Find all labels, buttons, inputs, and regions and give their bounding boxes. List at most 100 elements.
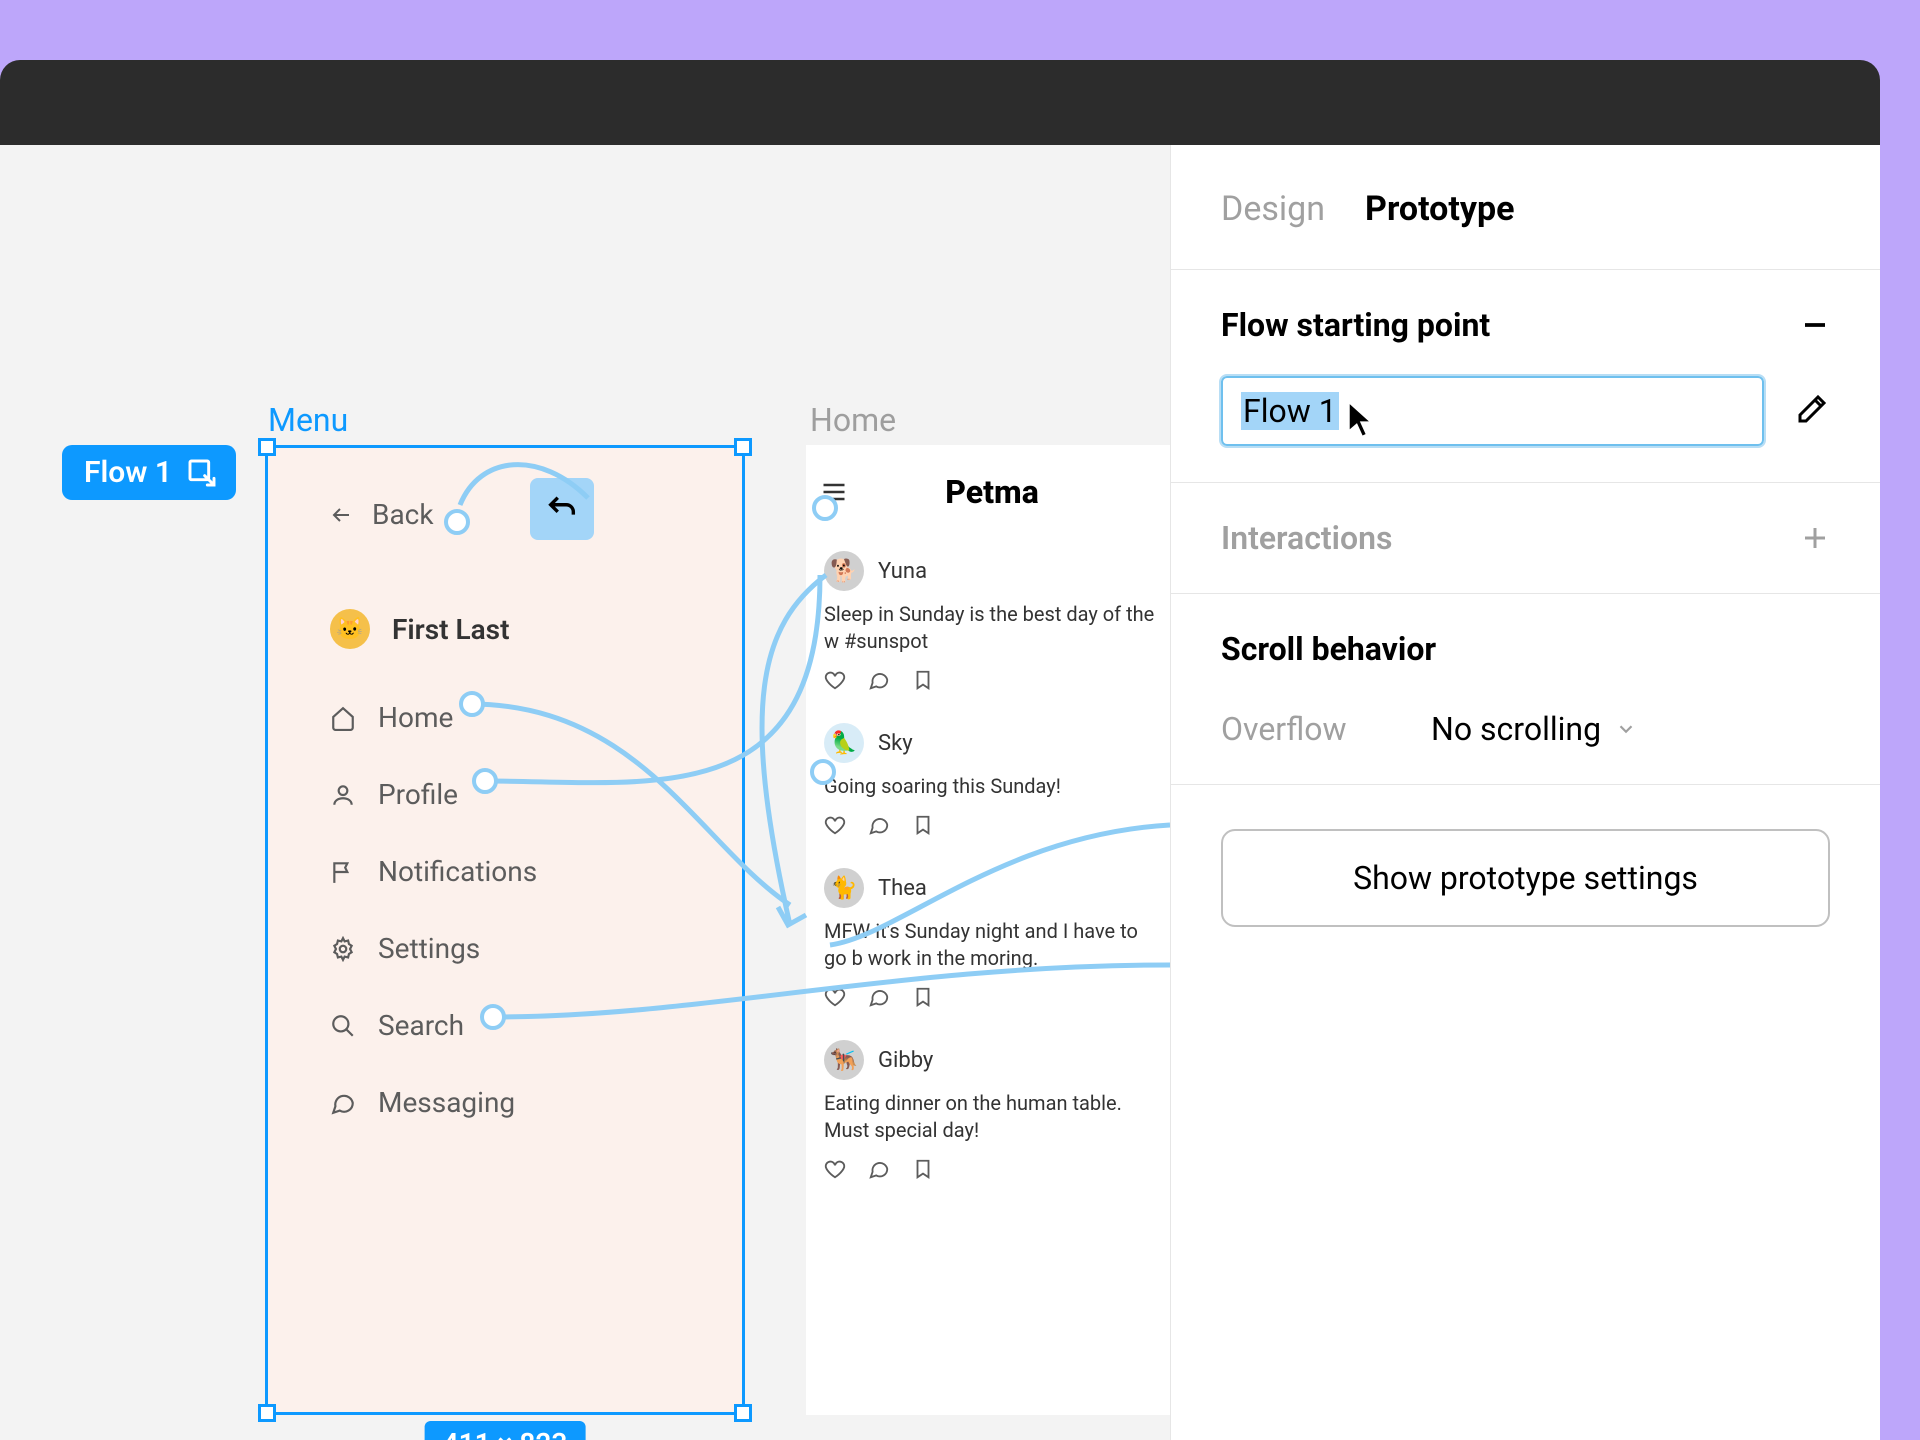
post-body: Going soaring this Sunday! (824, 773, 1158, 814)
plus-icon[interactable] (1800, 523, 1830, 553)
post-author: Thea (878, 876, 927, 901)
menu-items-list: Home Profile Notifications Settings Sear… (268, 649, 742, 1141)
flag-icon (330, 859, 356, 885)
comment-icon[interactable] (868, 1158, 890, 1180)
panel-tabs: Design Prototype (1171, 145, 1880, 270)
selection-handle[interactable] (734, 438, 752, 456)
post-actions (824, 814, 1158, 836)
comment-icon[interactable] (868, 814, 890, 836)
bookmark-icon[interactable] (912, 1158, 934, 1180)
prototype-node[interactable] (480, 1004, 506, 1030)
menu-item-home[interactable]: Home (330, 679, 742, 756)
app-title: Petma (848, 473, 1154, 511)
comment-icon[interactable] (868, 986, 890, 1008)
post-author: Yuna (878, 559, 927, 584)
arrow-left-icon (330, 503, 354, 527)
minus-icon[interactable] (1800, 310, 1830, 340)
menu-item-search[interactable]: Search (330, 987, 742, 1064)
design-canvas[interactable]: Flow 1 Menu Home 411 × 823 Back 🐱 First … (0, 145, 1170, 1440)
avatar: 🐕‍🦺 (824, 1040, 864, 1080)
menu-back-row[interactable]: Back (268, 448, 742, 531)
selection-handle[interactable] (734, 1404, 752, 1422)
chevron-down-icon (1615, 718, 1637, 740)
section-interactions: Interactions (1171, 483, 1880, 594)
heart-icon[interactable] (824, 814, 846, 836)
heart-icon[interactable] (824, 986, 846, 1008)
home-icon (330, 705, 356, 731)
menu-user-row[interactable]: 🐱 First Last (268, 531, 742, 649)
comment-icon[interactable] (868, 669, 890, 691)
menu-item-messaging[interactable]: Messaging (330, 1064, 742, 1141)
section-title: Interactions (1221, 519, 1392, 557)
prototype-node[interactable] (459, 691, 485, 717)
flow-name-value: Flow 1 (1241, 392, 1339, 430)
menu-item-settings[interactable]: Settings (330, 910, 742, 987)
reply-arrow-icon (545, 492, 579, 526)
menu-item-label: Settings (378, 932, 480, 965)
dimensions-badge: 411 × 823 (425, 1421, 586, 1440)
back-interaction-target[interactable] (530, 478, 594, 540)
post-author: Gibby (878, 1048, 933, 1073)
menu-item-label: Profile (378, 778, 458, 811)
flow-start-badge[interactable]: Flow 1 (62, 445, 236, 500)
menu-item-profile[interactable]: Profile (330, 756, 742, 833)
message-icon (330, 1090, 356, 1116)
avatar: 🐱 (330, 609, 370, 649)
avatar: 🐈 (824, 868, 864, 908)
section-title: Flow starting point (1221, 306, 1490, 344)
post[interactable]: 🐕 Yuna Sleep in Sunday is the best day o… (806, 539, 1176, 711)
menu-item-label: Messaging (378, 1086, 515, 1119)
post-actions (824, 669, 1158, 691)
tab-design[interactable]: Design (1221, 189, 1325, 229)
user-name: First Last (392, 613, 509, 646)
post-body: MFW it's Sunday night and I have to go b… (824, 918, 1158, 986)
menu-item-label: Home (378, 701, 453, 734)
post-actions (824, 1158, 1158, 1180)
gear-icon (330, 936, 356, 962)
home-header: Petma (806, 445, 1176, 539)
flow-name-input[interactable]: Flow 1 (1221, 376, 1764, 446)
overflow-label: Overflow (1221, 710, 1431, 748)
frame-label-menu[interactable]: Menu (268, 401, 348, 439)
prototype-node[interactable] (444, 509, 470, 535)
overflow-dropdown[interactable]: No scrolling (1431, 710, 1637, 748)
frame-label-home[interactable]: Home (810, 401, 896, 439)
avatar: 🦜 (824, 723, 864, 763)
heart-icon[interactable] (824, 1158, 846, 1180)
show-prototype-settings-button[interactable]: Show prototype settings (1221, 829, 1830, 927)
search-icon (330, 1013, 356, 1039)
section-scroll-behavior: Scroll behavior Overflow No scrolling (1171, 594, 1880, 785)
prototype-node[interactable] (472, 768, 498, 794)
bookmark-icon[interactable] (912, 986, 934, 1008)
bookmark-icon[interactable] (912, 669, 934, 691)
post-body: Sleep in Sunday is the best day of the w… (824, 601, 1158, 669)
pencil-icon (1794, 391, 1830, 427)
heart-icon[interactable] (824, 669, 846, 691)
frame-home[interactable]: Petma 🐕 Yuna Sleep in Sunday is the best… (806, 445, 1176, 1415)
inspector-panel: Design Prototype Flow starting point Flo… (1170, 145, 1880, 1440)
menu-item-notifications[interactable]: Notifications (330, 833, 742, 910)
user-icon (330, 782, 356, 808)
prototype-node[interactable] (810, 759, 836, 785)
post[interactable]: 🐈 Thea MFW it's Sunday night and I have … (806, 856, 1176, 1028)
menu-item-label: Notifications (378, 855, 537, 888)
bookmark-icon[interactable] (912, 814, 934, 836)
section-title: Scroll behavior (1221, 630, 1436, 668)
overflow-value: No scrolling (1431, 710, 1601, 748)
post[interactable]: 🦜 Sky Going soaring this Sunday! (806, 711, 1176, 856)
edit-button[interactable] (1794, 391, 1830, 431)
section-flow-start: Flow starting point Flow 1 (1171, 270, 1880, 483)
selection-handle[interactable] (258, 1404, 276, 1422)
app-window: Flow 1 Menu Home 411 × 823 Back 🐱 First … (0, 60, 1880, 1440)
post-author: Sky (878, 731, 913, 756)
flow-badge-label: Flow 1 (84, 455, 172, 490)
post-actions (824, 986, 1158, 1008)
post[interactable]: 🐕‍🦺 Gibby Eating dinner on the human tab… (806, 1028, 1176, 1200)
prototype-node[interactable] (812, 495, 838, 521)
avatar: 🐕 (824, 551, 864, 591)
tab-prototype[interactable]: Prototype (1365, 189, 1514, 229)
selection-handle[interactable] (258, 438, 276, 456)
frame-menu[interactable]: 411 × 823 Back 🐱 First Last Home Pr (265, 445, 745, 1415)
back-label: Back (372, 498, 434, 531)
post-body: Eating dinner on the human table. Must s… (824, 1090, 1158, 1158)
